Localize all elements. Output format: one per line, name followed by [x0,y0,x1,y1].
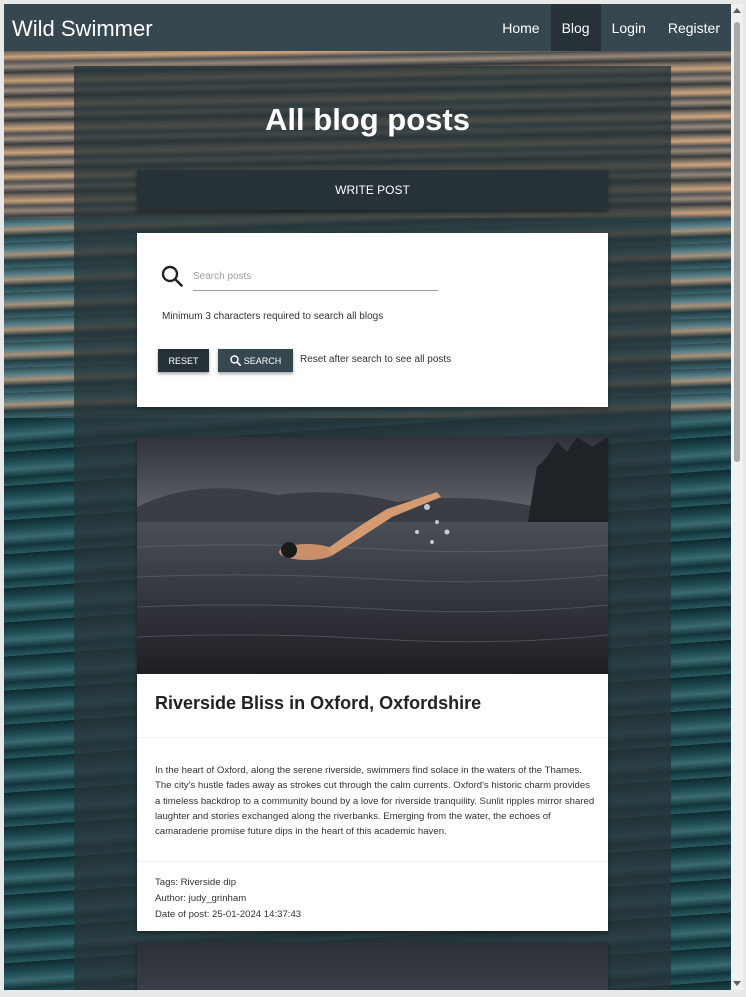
scroll-up-arrow-icon[interactable] [733,8,741,13]
page-viewport: Wild Swimmer Home Blog Login Register Al… [4,4,731,990]
divider [137,861,608,862]
page-title: All blog posts [265,102,470,137]
search-card: Minimum 3 characters required to search … [137,233,608,407]
nav-menu: Home Blog Login Register [491,4,731,51]
navbar: Wild Swimmer Home Blog Login Register [4,4,731,51]
post-date: Date of post: 25-01-2024 14:37:43 [155,909,302,920]
blog-post-card[interactable] [137,942,608,990]
post-author: Author: judy_grinham [155,893,247,904]
post-title[interactable]: Riverside Bliss in Oxford, Oxfordshire [155,693,481,714]
scroll-down-arrow-icon[interactable] [733,981,741,986]
nav-item-blog[interactable]: Blog [550,4,601,51]
search-icon [161,265,183,292]
search-hint: Minimum 3 characters required to search … [162,311,384,322]
divider [137,737,608,738]
post-meta: Tags: Riverside dip Author: judy_grinham… [155,875,301,923]
reset-note: Reset after search to see all posts [300,354,452,365]
search-button[interactable]: SEARCH [218,349,293,372]
write-post-button[interactable]: WRITE POST [137,170,608,210]
nav-item-login[interactable]: Login [601,4,657,51]
scroll-thumb[interactable] [734,22,740,462]
blog-post-card[interactable]: Riverside Bliss in Oxford, Oxfordshire I… [137,437,608,931]
nav-item-register[interactable]: Register [657,4,731,51]
brand-logo[interactable]: Wild Swimmer [4,14,153,42]
reset-button[interactable]: RESET [158,349,209,372]
nav-item-home[interactable]: Home [491,4,550,51]
post-body: In the heart of Oxford, along the serene… [155,765,595,838]
search-input[interactable] [193,263,438,291]
search-icon [229,355,241,366]
search-button-label: SEARCH [243,355,282,366]
post-tags: Tags: Riverside dip [155,877,237,888]
post-image [137,437,608,674]
scrollbar[interactable] [731,4,743,990]
